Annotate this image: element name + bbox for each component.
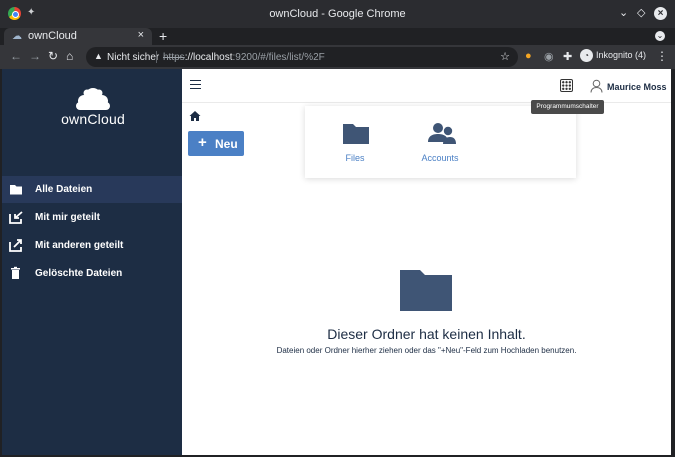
- extension-circle-icon[interactable]: ◉: [544, 50, 554, 63]
- logo-wordmark: ownCloud: [61, 111, 125, 127]
- sidebar-item-label: Mit anderen geteilt: [35, 240, 124, 251]
- user-name[interactable]: Maurice Moss: [607, 82, 667, 92]
- user-avatar-icon[interactable]: [590, 79, 603, 93]
- omnibox-divider: [156, 51, 157, 63]
- url-scheme: https: [163, 52, 185, 63]
- home-breadcrumb-icon[interactable]: [189, 110, 201, 122]
- app-files[interactable]: Files: [320, 119, 390, 169]
- tab-search-icon[interactable]: ⌄: [655, 31, 665, 41]
- app-switcher-menu: Files Accounts: [305, 106, 576, 178]
- new-tab-button[interactable]: +: [159, 28, 167, 44]
- sidebar-item-shared-with-me[interactable]: Mit mir geteilt: [2, 204, 182, 231]
- tab-owncloud[interactable]: ☁ ownCloud ×: [4, 28, 152, 45]
- security-label[interactable]: Nicht sicher: [107, 52, 159, 63]
- browser-menu-icon[interactable]: ⋮: [656, 49, 668, 63]
- new-button-label: Neu: [215, 137, 238, 151]
- window-title: ownCloud - Google Chrome: [269, 8, 406, 20]
- cloud-logo-icon: [76, 88, 110, 110]
- app-switcher-grid-icon[interactable]: [560, 79, 573, 92]
- users-icon: [428, 123, 456, 144]
- sidebar: ownCloud Alle Dateien Mit mir geteilt Mi…: [2, 69, 182, 455]
- address-bar[interactable]: ▲ Nicht sicher https://localhost:9200/#/…: [86, 47, 518, 67]
- sidebar-item-deleted-files[interactable]: Gelöschte Dateien: [2, 260, 182, 287]
- app-switcher-tooltip: Programmumschalter: [531, 100, 604, 114]
- sidebar-item-shared-with-others[interactable]: Mit anderen geteilt: [2, 232, 182, 259]
- sidebar-item-label: Gelöschte Dateien: [35, 268, 123, 279]
- forward-icon[interactable]: →: [29, 49, 41, 63]
- reload-icon[interactable]: ↻: [48, 49, 58, 63]
- incognito-indicator[interactable]: ◔ Inkognito (4): [580, 49, 646, 62]
- tab-bar: ☁ ownCloud × + ⌄: [0, 28, 675, 45]
- sidebar-item-label: Mit mir geteilt: [35, 212, 101, 223]
- folder-icon: [10, 185, 22, 195]
- app-accounts[interactable]: Accounts: [405, 119, 475, 169]
- empty-state-title: Dieser Ordner hat keinen Inhalt.: [327, 326, 526, 342]
- plus-icon: +: [198, 134, 207, 151]
- close-window-icon[interactable]: ×: [654, 7, 667, 20]
- close-tab-icon[interactable]: ×: [138, 29, 144, 41]
- tab-title: ownCloud: [28, 30, 77, 42]
- url-host: ://localhost: [184, 52, 233, 63]
- sidebar-item-all-files[interactable]: Alle Dateien: [2, 176, 182, 203]
- url-path: :9200/#/files/list/%2F: [232, 52, 325, 63]
- owncloud-favicon-icon: ☁: [12, 31, 22, 42]
- app-label: Accounts: [421, 153, 459, 163]
- minimize-icon[interactable]: ⌄: [619, 6, 628, 19]
- warning-icon[interactable]: ▲: [94, 51, 103, 61]
- main-content: Maurice Moss + Neu Files Accounts Progra…: [182, 69, 671, 455]
- trash-icon: [11, 266, 20, 279]
- extension-fish-icon[interactable]: ●: [525, 50, 532, 62]
- browser-toolbar: ← → ↻ ⌂ ▲ Nicht sicher https://localhost…: [0, 45, 675, 69]
- extensions-puzzle-icon[interactable]: ✚: [563, 50, 572, 63]
- share-in-icon: [9, 211, 23, 224]
- app-label: Files: [345, 153, 365, 163]
- empty-folder-icon: [400, 270, 452, 311]
- maximize-icon[interactable]: ◇: [637, 6, 645, 19]
- bookmark-star-icon[interactable]: ☆: [500, 50, 510, 63]
- folder-icon: [343, 124, 369, 144]
- title-bar: ✦ ownCloud - Google Chrome ⌄ ◇ ×: [0, 0, 675, 28]
- owncloud-page: ownCloud Alle Dateien Mit mir geteilt Mi…: [2, 69, 671, 455]
- empty-state-hint: Dateien oder Ordner hierher ziehen oder …: [276, 346, 577, 355]
- share-out-icon: [9, 239, 22, 252]
- sidebar-item-label: Alle Dateien: [35, 184, 93, 195]
- top-bar: Maurice Moss: [182, 69, 671, 103]
- browser-window: ✦ ownCloud - Google Chrome ⌄ ◇ × ☁ ownCl…: [0, 0, 675, 457]
- hamburger-menu-icon[interactable]: [190, 80, 201, 89]
- home-browser-icon[interactable]: ⌂: [66, 49, 73, 63]
- back-icon[interactable]: ←: [10, 49, 22, 63]
- owncloud-logo[interactable]: ownCloud: [58, 87, 128, 127]
- incognito-icon: ◔: [580, 49, 593, 62]
- url-text[interactable]: https://localhost:9200/#/files/list/%2F: [163, 52, 325, 63]
- incognito-label: Inkognito (4): [596, 49, 647, 60]
- new-button[interactable]: + Neu: [188, 131, 244, 156]
